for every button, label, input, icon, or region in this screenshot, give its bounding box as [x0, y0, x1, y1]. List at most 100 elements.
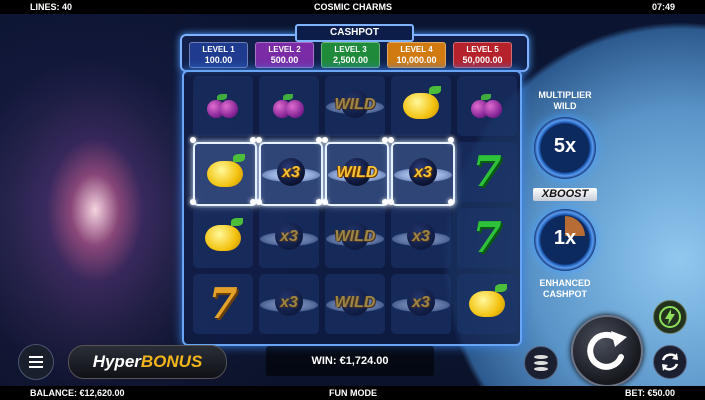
menu-button[interactable]: [18, 344, 54, 380]
seven-symbol: 7: [472, 213, 502, 262]
multiplier-x3-symbol: x3: [262, 154, 320, 194]
win-line-node: [448, 199, 454, 205]
reel-cell: x3: [259, 274, 319, 334]
cashpot-level-label: LEVEL 3: [334, 45, 367, 54]
boost-badge: XBOOST: [533, 188, 597, 201]
reel-cell: x3: [259, 208, 319, 268]
clock: 07:49: [652, 2, 676, 12]
plum-symbol: [273, 94, 305, 118]
multiplier-x3-symbol: x3: [394, 154, 452, 194]
wild-symbol: WILD: [326, 218, 384, 258]
cashpot-level-label: LEVEL 2: [268, 45, 301, 54]
enhanced-cashpot-label: ENHANCED CASHPOT: [525, 278, 605, 300]
wild-symbol: WILD: [326, 86, 384, 126]
cashpot-level-label: LEVEL 5: [466, 45, 499, 54]
reel-cell: x3: [259, 142, 323, 206]
hyper-bonus-button[interactable]: HyperBONUS: [68, 345, 227, 379]
bet-settings-button[interactable]: [524, 346, 558, 380]
reel-cell: WILD: [325, 76, 385, 136]
cashpot-level-2: LEVEL 2 500.00: [255, 42, 314, 68]
balance: BALANCE: €12,620.00: [30, 388, 125, 398]
seven-symbol: 7: [472, 147, 502, 196]
win-line-node: [322, 199, 328, 205]
boost-label: BOOST: [549, 188, 589, 200]
reel-cell: WILD: [325, 208, 385, 268]
wild-symbol: WILD: [326, 284, 384, 324]
symbol-text: x3: [412, 294, 430, 311]
enhanced-label-line2: CASHPOT: [542, 289, 587, 299]
reel-cell: [259, 76, 319, 136]
win-line-node: [322, 137, 328, 143]
cashpot-level-4: LEVEL 4 10,000.00: [387, 42, 446, 68]
game-title: COSMIC CHARMS: [314, 2, 392, 12]
refresh-icon: [661, 353, 679, 371]
enhanced-cashpot-value: 1x: [553, 227, 577, 249]
cashpot-title: CASHPOT: [295, 24, 414, 42]
symbol-text: x3: [412, 228, 430, 245]
multiplier-wild-value: 5x: [553, 135, 577, 157]
cashpot-level-5: LEVEL 5 50,000.00: [453, 42, 512, 68]
reel-cell: 7: [457, 142, 517, 202]
cashpot-level-amount: 50,000.00: [462, 55, 503, 65]
win-line-node: [256, 137, 262, 143]
wild-symbol: WILD: [328, 154, 386, 194]
symbol-text: WILD: [334, 96, 376, 113]
enhanced-label-line1: ENHANCED: [539, 278, 591, 288]
bottom-status-bar: BALANCE: €12,620.00 FUN MODE BET: €50.00: [0, 386, 705, 400]
top-status-bar: LINES: 40 COSMIC CHARMS 07:49: [0, 0, 705, 14]
multiplier-x3-symbol: x3: [260, 284, 318, 324]
symbol-text: WILD: [336, 164, 378, 181]
reel-cell: 7: [193, 274, 253, 334]
win-line-node: [388, 137, 394, 143]
win-line-node: [190, 199, 196, 205]
lemon-symbol: [469, 284, 507, 317]
lemon-symbol: [207, 154, 245, 187]
symbol-text: x3: [280, 228, 298, 245]
cashpot-level-1: LEVEL 1 100.00: [189, 42, 248, 68]
enhanced-cashpot-meter: 1x: [534, 209, 596, 271]
reel-cell: x3: [391, 208, 451, 268]
autoplay-bolt-icon: [659, 306, 681, 328]
symbol-text: x3: [282, 164, 300, 181]
lemon-symbol: [403, 86, 441, 119]
reel-cell: [193, 142, 257, 206]
bet-amount: BET: €50.00: [625, 388, 676, 398]
plum-symbol: [471, 94, 503, 118]
symbol-text: x3: [414, 164, 432, 181]
refresh-button[interactable]: [653, 345, 687, 379]
seven-symbol: 7: [208, 279, 238, 328]
reel-cell: x3: [391, 142, 455, 206]
autoplay-button[interactable]: [653, 300, 687, 334]
lines-count: LINES: 40: [30, 2, 73, 12]
cashpot-level-label: LEVEL 4: [400, 45, 433, 54]
multiplier-label-line2: WILD: [553, 101, 577, 111]
hyper-bonus-part1: Hyper: [92, 352, 141, 371]
cashpot-level-3: LEVEL 3 2,500.00: [321, 42, 380, 68]
win-line-node: [190, 137, 196, 143]
cashpot-level-label: LEVEL 1: [202, 45, 235, 54]
reel-cell: x3: [391, 274, 451, 334]
symbol-text: WILD: [334, 228, 376, 245]
reel-cell: WILD: [325, 142, 389, 206]
win-line-node: [256, 199, 262, 205]
lemon-symbol: [205, 218, 243, 251]
reel-cell: [391, 76, 451, 136]
cashpot-level-amount: 10,000.00: [396, 55, 437, 65]
spin-icon: [587, 331, 627, 370]
multiplier-wild-meter: 5x: [534, 117, 596, 179]
reel-cell: [193, 76, 253, 136]
reel-cell: 7: [457, 208, 517, 268]
symbol-text: WILD: [334, 294, 376, 311]
spin-button[interactable]: [571, 315, 643, 387]
reel-cell: [457, 76, 517, 136]
win-display: WIN: €1,724.00: [266, 346, 434, 376]
reel-cell: [193, 208, 253, 268]
multiplier-x3-symbol: x3: [260, 218, 318, 258]
reel-cell: [457, 274, 517, 334]
cashpot-level-amount: 500.00: [270, 55, 299, 65]
win-line-node: [448, 137, 454, 143]
cashpot-level-amount: 100.00: [204, 55, 233, 65]
game-mode: FUN MODE: [329, 388, 377, 398]
boost-prefix: X: [541, 188, 550, 200]
multiplier-label-line1: MULTIPLIER: [538, 90, 592, 100]
